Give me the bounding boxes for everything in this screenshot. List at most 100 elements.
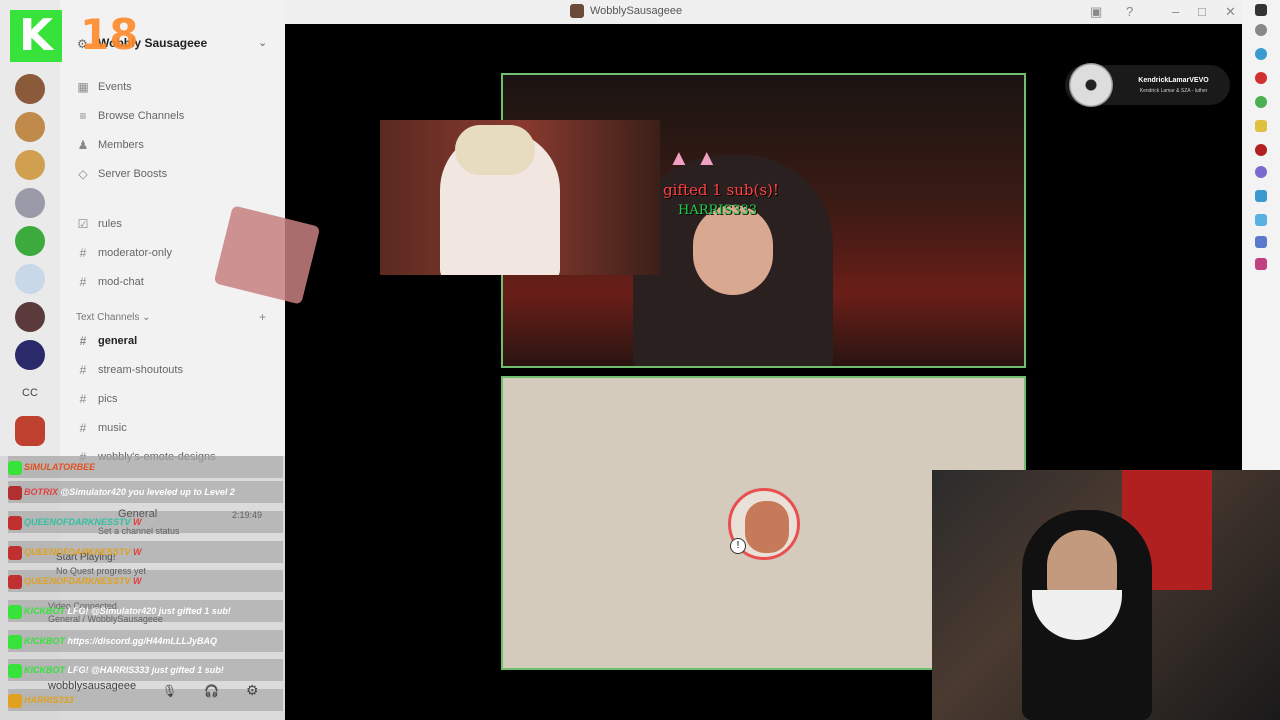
chat-message: KICKBOT LFG! @Simulator420 just gifted 1… — [8, 600, 283, 622]
boost-icon: ◇ — [78, 167, 88, 181]
nav-label: Server Boosts — [98, 168, 168, 180]
members-icon: ♟ — [77, 138, 89, 152]
badge-icon — [8, 460, 22, 475]
app-icon[interactable] — [1255, 144, 1267, 156]
chat-message: HARRIS333 — [8, 689, 283, 711]
clip-hair — [455, 125, 535, 175]
chat-user: BOTRIX — [24, 487, 59, 497]
badge-icon — [8, 515, 22, 530]
category-label: Text Channels — [76, 312, 140, 323]
windows-icon[interactable] — [1255, 4, 1267, 16]
chat-user: KICKBOT — [24, 665, 65, 675]
maximize-icon[interactable]: □ — [1198, 4, 1206, 19]
warning-icon: ! — [730, 538, 746, 554]
streamer-face — [693, 205, 773, 295]
badge-icon — [8, 604, 22, 619]
server-icon[interactable] — [15, 416, 45, 446]
discord-icon[interactable] — [1255, 166, 1267, 178]
badge-icon — [8, 574, 22, 589]
nav-members[interactable]: ♟ Members — [76, 138, 144, 152]
nav-server-boosts[interactable]: ◇ Server Boosts — [76, 167, 167, 181]
chat-text: W — [133, 576, 142, 586]
nav-browse-channels[interactable]: ≡ Browse Channels — [76, 109, 184, 123]
chat-message: SIMULATORBEE — [8, 456, 283, 478]
channel-general[interactable]: # general — [76, 334, 137, 348]
now-playing-artist: KendrickLamarVEVO — [1138, 77, 1209, 84]
help-icon[interactable]: ? — [1126, 4, 1133, 19]
channel-mod-chat[interactable]: # mod-chat — [76, 275, 144, 289]
server-icon[interactable] — [15, 340, 45, 370]
channel-moderator-only[interactable]: # moderator-only — [76, 246, 172, 260]
headphones-icon[interactable]: 🎧 — [204, 684, 219, 698]
rules-icon: ☑ — [77, 217, 89, 231]
chat-user: HARRIS333 — [24, 695, 74, 705]
chat-message: QUEENOFDARKNESSTV W — [8, 541, 283, 563]
search-icon[interactable] — [1255, 24, 1267, 36]
server-icon[interactable] — [15, 302, 45, 332]
hash-icon: # — [79, 246, 87, 260]
channel-rules[interactable]: ☑ rules — [76, 217, 122, 231]
close-icon[interactable]: ✕ — [1225, 4, 1236, 20]
chat-message: KICKBOT LFG! @HARRIS333 just gifted 1 su… — [8, 659, 283, 681]
channel-pics[interactable]: # pics — [76, 392, 118, 406]
chat-user: SIMULATORBEE — [24, 462, 96, 472]
nav-label: Members — [98, 139, 144, 151]
webcam-feed — [932, 470, 1280, 720]
channel-label: mod-chat — [98, 276, 144, 288]
folder-icon[interactable] — [1255, 120, 1267, 132]
app-icon[interactable] — [1255, 72, 1267, 84]
window-titlebar: WobblySausageee ▣ ? – □ ✕ — [285, 0, 1280, 24]
hash-icon: # — [79, 275, 87, 289]
server-icon[interactable] — [15, 188, 45, 218]
server-icon[interactable] — [15, 112, 45, 142]
now-playing-widget: KendrickLamarVEVO Kendrick Lamar & SZA -… — [1065, 63, 1230, 107]
channel-label: general — [98, 335, 138, 347]
avatar — [570, 4, 584, 18]
nav-label: Events — [98, 81, 132, 93]
nav-label: Browse Channels — [98, 110, 185, 122]
chat-message: BOTRIX @Simulator420 you leveled up to L… — [8, 481, 283, 503]
app-icon[interactable] — [1255, 236, 1267, 248]
cat-ears-icon: ▲ ▲ — [668, 145, 718, 170]
instagram-icon[interactable] — [1255, 258, 1267, 270]
server-icon[interactable] — [15, 150, 45, 180]
age-18-logo: 18 — [80, 10, 139, 59]
badge-icon — [8, 634, 22, 649]
minimize-icon[interactable]: – — [1172, 4, 1179, 19]
chrome-icon[interactable] — [1255, 96, 1267, 108]
channel-label: music — [98, 422, 127, 434]
settings-gear-icon[interactable]: ⚙ — [246, 682, 259, 699]
hash-icon: # — [79, 421, 87, 435]
chat-user: QUEENOFDARKNESSTV — [24, 547, 131, 557]
hash-icon: # — [79, 392, 87, 406]
channel-music[interactable]: # music — [76, 421, 127, 435]
server-icon[interactable] — [15, 264, 45, 294]
microphone-icon[interactable]: 🎙 — [162, 684, 177, 698]
gift-alert-user: HARRIS333 — [678, 203, 758, 218]
category-text-channels[interactable]: Text Channels ⌄ — [76, 312, 151, 323]
chat-message: KICKBOT https://discord.gg/H44mLLLJyBAQ — [8, 630, 283, 652]
add-channel-icon[interactable]: + — [259, 310, 266, 324]
channel-label: pics — [98, 393, 118, 405]
server-icon-cc[interactable]: CC — [15, 378, 45, 408]
channel-label: stream-shoutouts — [98, 364, 183, 376]
k-logo: K — [10, 10, 62, 62]
app-icon[interactable] — [1255, 190, 1267, 202]
chat-message: QUEENOFDARKNESSTV W — [8, 511, 283, 533]
badge-icon — [8, 485, 22, 500]
chat-user: KICKBOT — [24, 636, 65, 646]
chat-text: @Simulator420 you leveled up to Level 2 — [60, 487, 235, 497]
channel-stream-shoutouts[interactable]: # stream-shoutouts — [76, 363, 183, 377]
chevron-down-icon[interactable]: ⌄ — [258, 36, 267, 49]
telegram-icon[interactable] — [1255, 214, 1267, 226]
now-playing-track: Kendrick Lamar & SZA - luther — [1139, 88, 1208, 94]
server-icon[interactable] — [15, 74, 45, 104]
window-title: WobblySausageee — [570, 4, 682, 18]
nav-events[interactable]: ▦ Events — [76, 80, 132, 94]
badge-icon — [8, 545, 22, 560]
edge-icon[interactable] — [1255, 48, 1267, 60]
hash-icon: # — [79, 363, 87, 377]
server-icon[interactable] — [15, 226, 45, 256]
chat-message: QUEENOFDARKNESSTV W — [8, 570, 283, 592]
inbox-icon[interactable]: ▣ — [1090, 4, 1102, 20]
